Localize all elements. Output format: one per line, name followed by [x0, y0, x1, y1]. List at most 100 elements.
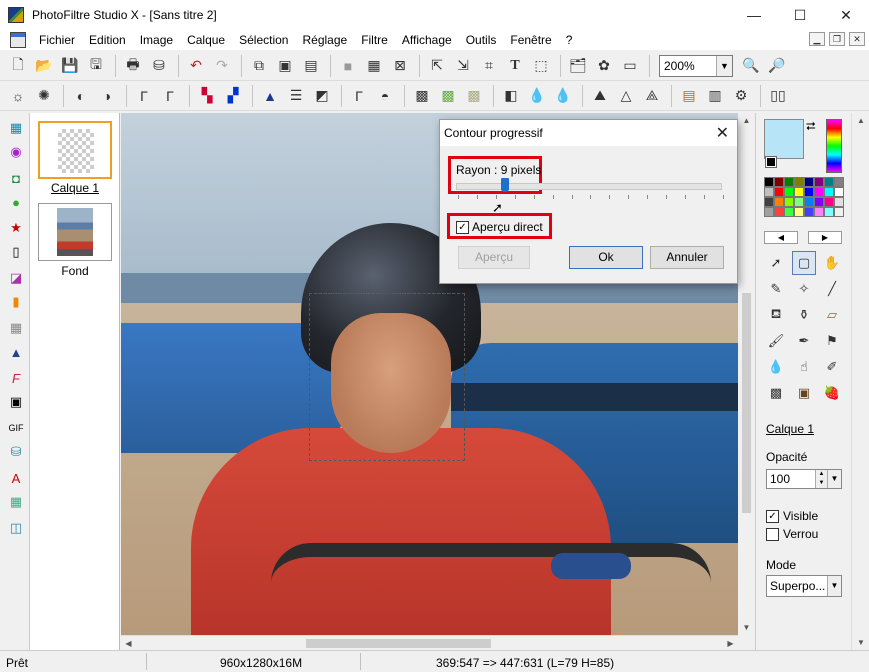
- zoom-out-icon[interactable]: 🔎: [765, 54, 789, 78]
- color-swatch[interactable]: [774, 197, 784, 207]
- palette-prev-icon[interactable]: ◀: [764, 231, 798, 244]
- checkbox-box[interactable]: [766, 527, 779, 541]
- color-swatch[interactable]: [784, 197, 794, 207]
- minimize-icon[interactable]: —: [731, 0, 777, 30]
- saturation-up-icon[interactable]: ▞: [221, 84, 245, 108]
- scroll-down-icon[interactable]: ▼: [738, 620, 755, 635]
- emboss-icon[interactable]: ⛰: [588, 84, 612, 108]
- grid-icon[interactable]: ▦: [7, 319, 25, 337]
- opacity-spinner[interactable]: 100 ▲ ▼ ▼: [766, 469, 842, 489]
- clone-icon[interactable]: ✐: [820, 355, 844, 379]
- cancel-button[interactable]: Annuler: [650, 246, 724, 269]
- color-swatch[interactable]: [814, 177, 824, 187]
- layer-label[interactable]: Fond: [30, 264, 120, 278]
- close-icon[interactable]: ✕: [823, 0, 869, 30]
- menu-help[interactable]: ?: [559, 30, 580, 50]
- spray-icon[interactable]: ⚱: [792, 303, 816, 327]
- mosaic-icon[interactable]: ▩: [410, 84, 434, 108]
- pointer-icon[interactable]: ➚: [764, 251, 788, 275]
- selection-tool-icon[interactable]: ▢: [792, 251, 816, 275]
- mdi-restore-icon[interactable]: ❐: [829, 32, 845, 46]
- gamma-down-icon[interactable]: Γ: [132, 84, 156, 108]
- soften-icon[interactable]: ◧: [499, 84, 523, 108]
- color-swatch[interactable]: [814, 197, 824, 207]
- menu-calque[interactable]: Calque: [180, 30, 232, 50]
- auto-levels-icon[interactable]: Γ: [347, 84, 371, 108]
- color-swatch[interactable]: [774, 177, 784, 187]
- brightness-down-icon[interactable]: ☼: [6, 84, 30, 108]
- crop-icon[interactable]: ⌗: [477, 54, 501, 78]
- transform-icon[interactable]: ⬚: [529, 54, 553, 78]
- color-swatch[interactable]: [794, 197, 804, 207]
- visible-checkbox[interactable]: ✓ Visible: [766, 509, 818, 523]
- brush-icon[interactable]: 🖌: [764, 329, 788, 353]
- blend-mode-select[interactable]: Superpo... ▼: [766, 575, 842, 597]
- color-swatch[interactable]: [804, 197, 814, 207]
- image-size-icon[interactable]: ⇱: [425, 54, 449, 78]
- menu-filtre[interactable]: Filtre: [354, 30, 395, 50]
- layer-thumbnail[interactable]: [38, 121, 112, 179]
- color-swatch[interactable]: [774, 187, 784, 197]
- chart-icon[interactable]: ▲: [7, 343, 25, 361]
- brightness-up-icon[interactable]: ✺: [32, 84, 56, 108]
- paste-image-icon[interactable]: ▣: [273, 54, 297, 78]
- scroll-up-icon[interactable]: ▲: [738, 113, 755, 128]
- chevron-down-icon[interactable]: ▼: [716, 55, 732, 76]
- pattern-icon[interactable]: ▩: [462, 84, 486, 108]
- explorer-icon[interactable]: 🗂: [566, 54, 590, 78]
- color-swatch[interactable]: [824, 187, 834, 197]
- menu-image[interactable]: Image: [133, 30, 180, 50]
- menu-fenetre[interactable]: Fenêtre: [503, 30, 558, 50]
- portrait-icon[interactable]: ▣: [792, 381, 816, 405]
- chevron-down-icon[interactable]: ▼: [827, 576, 841, 596]
- undo-icon[interactable]: ↶: [184, 54, 208, 78]
- color-swatch[interactable]: [824, 177, 834, 187]
- star-icon[interactable]: ★: [7, 219, 25, 237]
- slider-thumb[interactable]: [500, 178, 509, 192]
- color-swatch[interactable]: [834, 207, 844, 217]
- color-swatch[interactable]: [834, 197, 844, 207]
- threshold-icon[interactable]: ◩: [310, 84, 334, 108]
- scroll-down-icon[interactable]: ▼: [852, 635, 869, 650]
- gif-icon[interactable]: GIF: [7, 419, 25, 437]
- color-swatch[interactable]: [804, 187, 814, 197]
- foreground-color[interactable]: [764, 119, 804, 159]
- chevron-down-icon[interactable]: ▼: [827, 470, 841, 488]
- levels-icon[interactable]: ▲: [258, 84, 282, 108]
- magic-wand-icon[interactable]: ✧: [792, 277, 816, 301]
- edge-icon[interactable]: △: [614, 84, 638, 108]
- strawberry-icon[interactable]: 🍓: [820, 381, 844, 405]
- color-swatch[interactable]: [764, 207, 774, 217]
- swap-colors-icon[interactable]: ⮂: [806, 119, 816, 134]
- fill-icon[interactable]: ⛾: [764, 303, 788, 327]
- color-swatch[interactable]: [784, 177, 794, 187]
- contour-icon[interactable]: ⟁: [640, 84, 664, 108]
- new-file-icon[interactable]: 🗋: [6, 54, 30, 78]
- color-swatch[interactable]: [824, 197, 834, 207]
- grey-square-icon[interactable]: ■: [336, 54, 360, 78]
- camera-icon[interactable]: ◘: [7, 169, 25, 187]
- scroll-up-icon[interactable]: ▲: [852, 113, 869, 128]
- scroll-right-icon[interactable]: ▶: [723, 636, 738, 651]
- gradient-fill-icon[interactable]: ▮: [7, 293, 25, 311]
- scan-icon[interactable]: ⛁: [147, 54, 171, 78]
- script-f-icon[interactable]: F: [7, 369, 25, 387]
- opacity-value[interactable]: 100: [767, 472, 815, 486]
- maximize-icon[interactable]: ☐: [777, 0, 823, 30]
- zoom-select[interactable]: 200% ▼: [659, 54, 733, 77]
- ok-button[interactable]: Ok: [569, 246, 643, 269]
- saturation-down-icon[interactable]: ▚: [195, 84, 219, 108]
- mdi-close-icon[interactable]: ✕: [849, 32, 865, 46]
- curves-icon[interactable]: ☰: [284, 84, 308, 108]
- blur-drop-icon[interactable]: 💧: [525, 84, 549, 108]
- scroll-left-icon[interactable]: ◀: [121, 636, 136, 651]
- fullscreen-icon[interactable]: ▭: [618, 54, 642, 78]
- spin-up-icon[interactable]: ▲: [816, 470, 827, 479]
- mdi-minimize-icon[interactable]: ▁: [809, 32, 825, 46]
- frame-icon[interactable]: ▥: [703, 84, 727, 108]
- save-as-icon[interactable]: 🖫: [84, 54, 108, 78]
- color-swatch[interactable]: [804, 177, 814, 187]
- sharpen-drop-icon[interactable]: 💧: [551, 84, 575, 108]
- color-swatch[interactable]: [834, 177, 844, 187]
- radius-slider[interactable]: [456, 183, 722, 190]
